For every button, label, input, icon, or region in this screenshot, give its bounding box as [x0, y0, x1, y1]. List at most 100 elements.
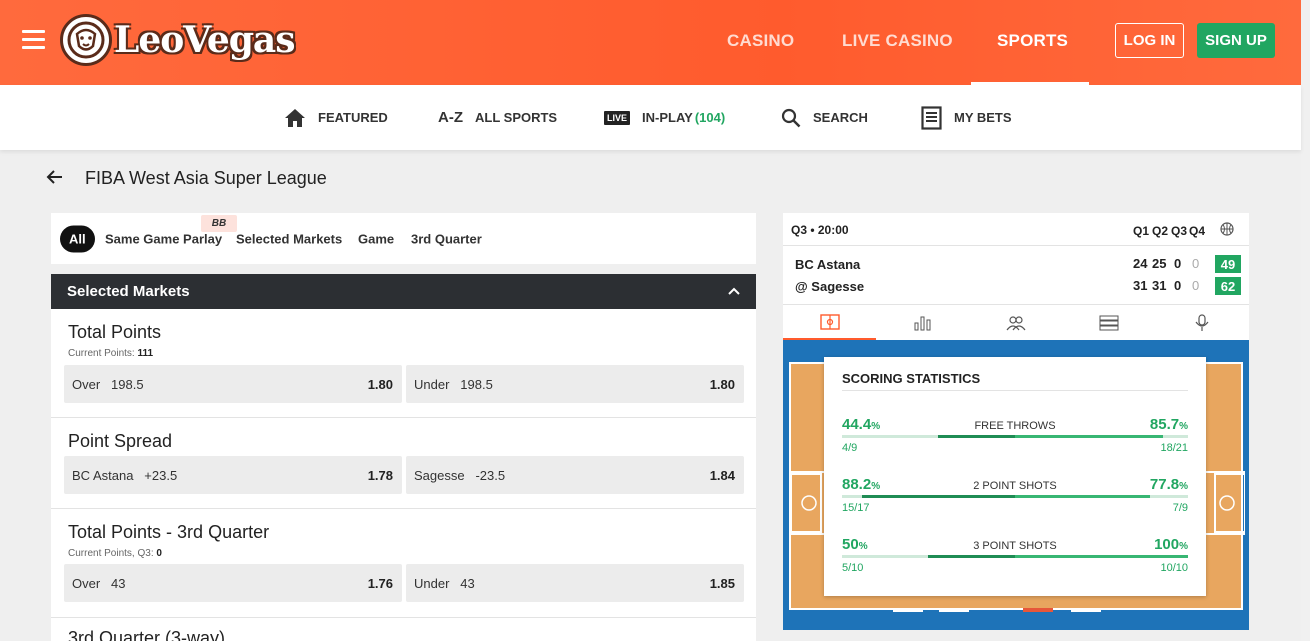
menu-icon[interactable]	[22, 30, 45, 50]
tab-lineups[interactable]	[969, 305, 1062, 341]
subnav-search[interactable]: SEARCH	[781, 85, 868, 150]
market-total-points: Total Points Current Points: 111 Over 19…	[51, 309, 756, 418]
logo[interactable]: LeoVegas	[60, 14, 296, 66]
odds-button[interactable]: Under 198.5 1.80	[406, 365, 744, 403]
odds-button[interactable]: BC Astana +23.5 1.78	[64, 456, 402, 494]
scoring-statistics-panel: SCORING STATISTICS 44.4% FREE THROWS 85.…	[824, 357, 1206, 596]
odds-label: BC Astana +23.5	[72, 467, 178, 483]
right-fraction: 10/10	[1160, 562, 1188, 574]
az-icon: A-Z	[438, 109, 463, 126]
left-fraction: 15/17	[842, 502, 870, 514]
bet-slip-icon	[921, 105, 942, 130]
tab-play-by-play[interactable]	[1062, 305, 1155, 341]
signup-button[interactable]: SIGN UP	[1197, 23, 1275, 58]
market-3rd-quarter-3way: 3rd Quarter (3-way)	[51, 618, 756, 641]
subnav-my-bets-label: MY BETS	[954, 110, 1012, 125]
quarter-label: Q2	[1152, 224, 1169, 238]
sports-subnav: FEATURED A-Z ALL SPORTS LIVE IN-PLAY (10…	[0, 85, 1301, 150]
stat-name: 3 POINT SHOTS	[973, 540, 1057, 552]
scrollbar[interactable]	[1301, 0, 1310, 641]
stat-name: 2 POINT SHOTS	[973, 480, 1057, 492]
quarter-score: 25	[1152, 256, 1167, 271]
stat-bar	[842, 435, 1188, 438]
right-bar-fill	[1015, 435, 1163, 438]
odds-button[interactable]: Sagesse -23.5 1.84	[406, 456, 744, 494]
right-percentage: 85.7%	[1149, 416, 1188, 433]
left-fraction: 5/10	[842, 562, 864, 574]
microphone-icon	[1195, 314, 1208, 331]
odds-price: 1.80	[709, 376, 735, 392]
odds-button[interactable]: Over 198.5 1.80	[64, 365, 402, 403]
odds-button[interactable]: Under 43 1.85	[406, 564, 744, 602]
tab-commentary[interactable]	[1155, 305, 1248, 341]
players-icon	[1006, 316, 1025, 331]
stat-bar	[842, 555, 1188, 558]
odds-price: 1.80	[367, 376, 393, 392]
odds-button[interactable]: Over 43 1.76	[64, 564, 402, 602]
bar-chart-icon	[914, 316, 930, 331]
subnav-featured[interactable]: FEATURED	[284, 85, 388, 150]
home-icon	[284, 108, 306, 128]
scoreboard-header: Q3 • 20:00 Q1 Q2 Q3 Q4	[783, 213, 1249, 246]
in-play-count: (104)	[694, 110, 726, 125]
market-title: 3rd Quarter (3-way)	[68, 628, 226, 641]
odds-label: Sagesse -23.5	[414, 467, 506, 483]
market-subtitle: Current Points, Q3: 0	[68, 548, 162, 559]
stat-name: FREE THROWS	[974, 420, 1056, 432]
scoreboard: Q3 • 20:00 Q1 Q2 Q3 Q4 BC Astana 24 25 0…	[783, 213, 1249, 341]
home-team-name: BC Astana	[795, 257, 861, 272]
selected-markets-title: Selected Markets	[67, 283, 190, 300]
market-total-points-q3: Total Points - 3rd Quarter Current Point…	[51, 509, 756, 618]
market-subtitle: Current Points: 111	[68, 348, 154, 359]
left-bar-fill	[862, 495, 1015, 498]
market-title: Total Points	[68, 322, 162, 342]
back-arrow-icon[interactable]	[46, 168, 64, 186]
chevron-up-icon[interactable]	[728, 286, 740, 298]
quarter-label: Q4	[1189, 224, 1206, 238]
tab-all[interactable]: All	[60, 225, 95, 253]
tab-game[interactable]: Game	[358, 232, 394, 247]
market-title: Point Spread	[68, 431, 173, 451]
odds-price: 1.84	[709, 467, 735, 483]
market-point-spread: Point Spread BC Astana +23.5 1.78 Sagess…	[51, 418, 756, 509]
stat-row: 88.2% 2 POINT SHOTS 77.8% 15/17 7/9	[842, 476, 1188, 516]
quarter-label: Q3	[1171, 224, 1188, 238]
divider	[842, 390, 1188, 391]
stat-row: 50% 3 POINT SHOTS 100% 5/10 10/10	[842, 536, 1188, 576]
odds-label: Under 43	[414, 575, 475, 591]
selected-markets-header[interactable]: Selected Markets	[51, 274, 756, 309]
odds-price: 1.85	[709, 575, 735, 591]
login-button[interactable]: LOG IN	[1115, 23, 1184, 58]
left-bar-fill	[938, 435, 1015, 438]
away-team-name: @ Sagesse	[795, 279, 865, 294]
market-filter-tabs: All Same Game Parlay BB Selected Markets…	[51, 213, 756, 264]
nav-casino[interactable]: CASINO	[727, 31, 794, 51]
odds-price: 1.76	[367, 575, 393, 591]
right-bar-fill	[1015, 495, 1150, 498]
quarter-label: Q1	[1133, 224, 1150, 238]
nav-sports[interactable]: SPORTS	[997, 31, 1068, 51]
quarter-score: 0	[1174, 278, 1182, 293]
tab-3rd-quarter[interactable]: 3rd Quarter	[411, 232, 482, 247]
team-total-score: 49	[1215, 255, 1241, 273]
tab-stats[interactable]	[876, 305, 969, 341]
tab-selected-markets[interactable]: Selected Markets	[236, 232, 342, 247]
search-icon	[781, 108, 801, 128]
odds-label: Over 43	[72, 575, 126, 591]
tab-court[interactable]	[783, 305, 876, 341]
lion-logo-icon	[60, 14, 112, 66]
live-icon: LIVE	[604, 110, 631, 125]
market-title: Total Points - 3rd Quarter	[68, 522, 270, 542]
subnav-my-bets[interactable]: MY BETS	[921, 85, 1012, 150]
quarter-score: 24	[1133, 256, 1148, 271]
stat-row: 44.4% FREE THROWS 85.7% 4/9 18/21	[842, 416, 1188, 456]
stat-bar	[842, 495, 1188, 498]
right-percentage: 77.8%	[1149, 476, 1188, 493]
nav-live-casino[interactable]: LIVE CASINO	[842, 31, 953, 51]
subnav-featured-label: FEATURED	[318, 110, 388, 125]
tab-same-game-parlay[interactable]: Same Game Parlay	[105, 232, 222, 247]
subnav-in-play[interactable]: LIVE IN-PLAY (104)	[604, 85, 725, 150]
left-bar-fill	[928, 555, 1015, 558]
odds-label: Over 198.5	[72, 376, 144, 392]
subnav-all-sports[interactable]: A-Z ALL SPORTS	[438, 85, 557, 150]
